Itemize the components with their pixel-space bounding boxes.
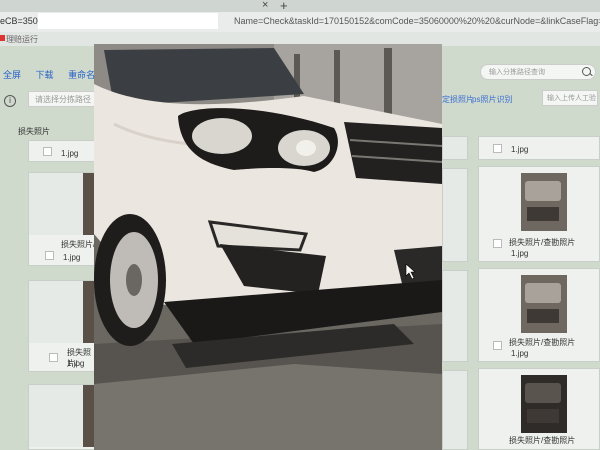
download-link[interactable]: 下载 <box>36 70 54 80</box>
photo-viewer[interactable] <box>94 44 442 450</box>
photo-checkbox[interactable] <box>493 239 502 248</box>
tab-close-icon[interactable]: × <box>262 0 268 11</box>
right-photo-card[interactable]: 1.jpg <box>478 136 600 160</box>
left-photo-card[interactable]: 损失照片/ 1.jpg <box>28 172 101 266</box>
photo-path: 损失照片/查勘照片 <box>509 436 576 445</box>
tab-loss-assessment-photos[interactable]: 定损照片 <box>442 94 474 105</box>
photo-thumbnail[interactable] <box>29 385 101 447</box>
browser-tab-bar <box>0 0 600 12</box>
photo-path: 损失照片/查勘照片 <box>509 238 576 247</box>
right-photo-card[interactable]: 损失照片/查勘照片 1.jpg <box>478 166 600 262</box>
info-icon[interactable]: i <box>4 95 16 107</box>
section-title: 损失照片 <box>18 127 50 136</box>
photo-checkbox[interactable] <box>45 251 54 260</box>
photo-thumbnail[interactable] <box>29 173 101 235</box>
bookmark-favicon-icon <box>0 35 5 41</box>
photo-thumbnail[interactable] <box>29 281 101 343</box>
photo-checkbox[interactable] <box>493 341 502 350</box>
right-photo-card[interactable]: 损失照片/查勘照片 <box>478 368 600 450</box>
sort-path-select[interactable]: 请选择分拣路径 <box>28 91 96 107</box>
photo-checkbox[interactable] <box>49 353 58 362</box>
left-photo-card[interactable]: 损失照片/ 1.jpg <box>28 280 101 372</box>
bookmark-item[interactable]: 理赔运行 <box>6 34 38 45</box>
side-card[interactable] <box>442 370 468 450</box>
tab-ps-photo-recognition[interactable]: ps照片识别 <box>472 94 512 105</box>
left-photo-card[interactable] <box>28 384 101 450</box>
photo-filename: 1.jpg <box>511 145 529 154</box>
photo-checkbox[interactable] <box>493 144 502 153</box>
uploader-filter-input[interactable]: 输入上传人工验 <box>542 90 598 106</box>
rename-link[interactable]: 重命名 <box>68 70 95 80</box>
photo-filename: 1.jpg <box>511 349 529 358</box>
side-card[interactable] <box>442 136 468 160</box>
photo-filename: 1.jpg <box>67 359 85 368</box>
car-photo <box>94 44 442 450</box>
photo-thumbnail[interactable] <box>521 173 567 231</box>
url-text: Name=Check&taskId=170150152&comCode=3506… <box>234 16 600 26</box>
photo-filename: 1.jpg <box>61 149 79 158</box>
sort-path-search-input[interactable]: 输入分拣路径查询 <box>480 64 596 80</box>
fullscreen-link[interactable]: 全屏 <box>3 70 21 80</box>
photo-filename: 1.jpg <box>63 253 81 262</box>
right-photo-card[interactable]: 损失照片/查勘照片 1.jpg <box>478 268 600 362</box>
photo-thumbnail[interactable] <box>521 375 567 433</box>
search-icon[interactable] <box>582 67 591 76</box>
photo-checkbox[interactable] <box>43 147 52 156</box>
photo-filename: 1.jpg <box>511 249 529 258</box>
photo-path: 损失照片/ <box>61 240 96 249</box>
side-card[interactable] <box>442 270 468 362</box>
side-card[interactable] <box>442 168 468 262</box>
left-photo-card[interactable]: 1.jpg <box>28 140 100 162</box>
url-redaction <box>38 13 218 29</box>
photo-path: 损失照片/查勘照片 <box>509 338 576 347</box>
photo-thumbnail[interactable] <box>521 275 567 333</box>
left-toolbar: 全屏 下载 重命名 <box>3 68 107 81</box>
